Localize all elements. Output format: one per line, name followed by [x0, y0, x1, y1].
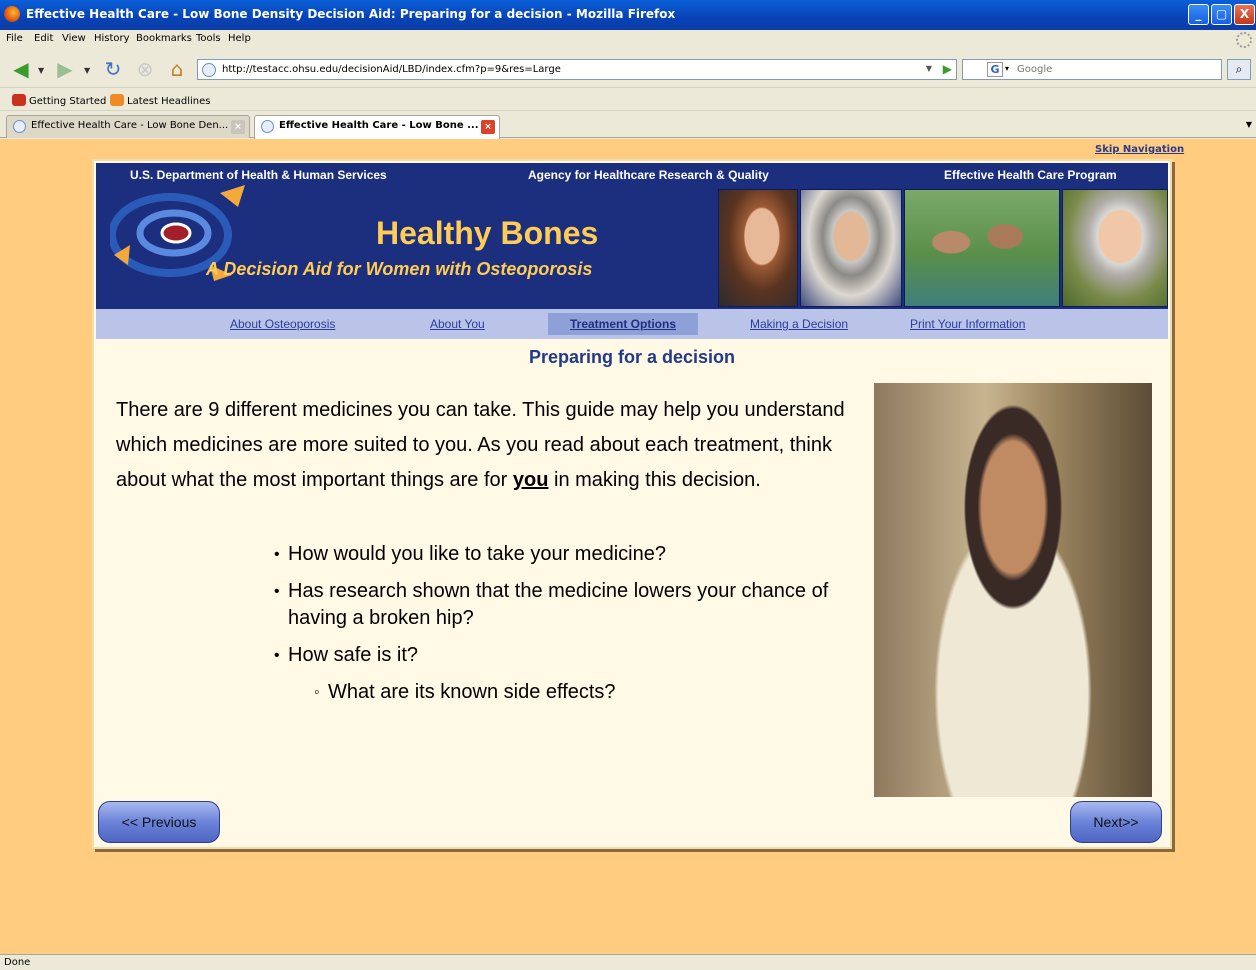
- stop-icon[interactable]: ⊗: [132, 56, 158, 82]
- couple-laughing-image: [904, 189, 1060, 307]
- google-search-engine-icon[interactable]: G: [987, 62, 1003, 77]
- getting-started-icon: [12, 94, 26, 106]
- go-arrow-icon[interactable]: ▶: [943, 62, 952, 76]
- minimize-button[interactable]: _: [1188, 4, 1209, 25]
- site-banner: U.S. Department of Health & Human Servic…: [96, 163, 1168, 309]
- menu-bookmarks[interactable]: Bookmarks: [136, 33, 192, 44]
- maximize-button[interactable]: ▢: [1211, 4, 1232, 25]
- bookmarks-toolbar: Getting Started Latest Headlines: [0, 89, 1256, 111]
- menu-edit[interactable]: Edit: [34, 33, 53, 44]
- menu-about-you[interactable]: About You: [430, 317, 485, 331]
- list-item: How would you like to take your medicine…: [274, 541, 834, 568]
- window-title: Effective Health Care - Low Bone Density…: [26, 7, 676, 21]
- woman-portrait-image: [718, 189, 798, 307]
- intro-text-end: in making this decision.: [548, 469, 761, 491]
- tab-label: Effective Health Care - Low Bone ...: [279, 120, 479, 131]
- banner-subtitle: A Decision Aid for Women with Osteoporos…: [206, 259, 593, 279]
- tab-close-icon[interactable]: ×: [231, 120, 245, 134]
- ahrq-label[interactable]: Agency for Healthcare Research & Quality: [528, 168, 769, 182]
- search-input[interactable]: [1017, 64, 1197, 75]
- consideration-list: How would you like to take your medicine…: [274, 541, 834, 716]
- menu-about-osteoporosis[interactable]: About Osteoporosis: [230, 317, 335, 331]
- back-history-dropdown-icon[interactable]: ▼: [38, 66, 44, 75]
- page-title: Preparing for a decision: [528, 347, 736, 367]
- decision-aid-frame: U.S. Department of Health & Human Servic…: [92, 159, 1172, 849]
- search-bar[interactable]: G ▾: [962, 59, 1222, 80]
- activity-throbber-icon: [1236, 32, 1252, 48]
- intro-paragraph: There are 9 different medicines you can …: [116, 393, 856, 498]
- menu-making-a-decision[interactable]: Making a Decision: [750, 317, 848, 331]
- page-viewport: Skip Navigation U.S. Department of Healt…: [0, 139, 1256, 954]
- status-bar: Done: [0, 954, 1256, 970]
- tab-favicon-icon: [13, 120, 26, 133]
- menu-history[interactable]: History: [94, 33, 130, 44]
- tab-label: Effective Health Care - Low Bone Den...: [31, 120, 229, 131]
- smiling-woman-portrait-image: [1062, 189, 1168, 307]
- previous-button[interactable]: << Previous: [98, 801, 220, 843]
- skip-navigation-link[interactable]: Skip Navigation: [1095, 144, 1184, 155]
- menu-treatment-options[interactable]: Treatment Options: [548, 313, 699, 335]
- menu-file[interactable]: File: [6, 33, 23, 44]
- search-engine-dropdown-icon[interactable]: ▾: [1005, 64, 1009, 73]
- list-item: How safe is it?: [274, 642, 834, 669]
- tab-close-icon[interactable]: ×: [481, 120, 495, 134]
- menu-view[interactable]: View: [62, 33, 86, 44]
- tab-favicon-icon: [261, 120, 274, 133]
- rss-feed-icon: [110, 94, 124, 106]
- bookmark-latest-headlines[interactable]: Latest Headlines: [110, 94, 211, 107]
- reload-icon[interactable]: ↻: [100, 56, 126, 82]
- next-button[interactable]: Next>>: [1070, 801, 1162, 843]
- ehc-program-label[interactable]: Effective Health Care Program: [944, 168, 1117, 182]
- back-arrow-icon[interactable]: ◀: [8, 56, 34, 82]
- tab-effective-health-care-2[interactable]: Effective Health Care - Low Bone ... ×: [254, 115, 500, 139]
- tab-effective-health-care-1[interactable]: Effective Health Care - Low Bone Den... …: [6, 115, 250, 138]
- banner-title: Healthy Bones: [376, 215, 599, 251]
- menu-print-your-information[interactable]: Print Your Information: [910, 317, 1025, 331]
- section-menu: About Osteoporosis About You Treatment O…: [96, 309, 1168, 339]
- status-text: Done: [4, 957, 31, 968]
- address-bar[interactable]: http://testacc.ohsu.edu/decisionAid/LBD/…: [197, 59, 957, 80]
- home-icon[interactable]: ⌂: [164, 56, 190, 82]
- forward-history-dropdown-icon[interactable]: ▼: [84, 66, 90, 75]
- intro-emphasis: you: [512, 469, 549, 491]
- bookmark-label: Getting Started: [29, 96, 107, 107]
- bookmark-getting-started[interactable]: Getting Started: [12, 94, 106, 107]
- site-favicon-icon: [202, 63, 216, 77]
- menu-bar: File Edit View History Bookmarks Tools H…: [0, 30, 1256, 50]
- list-item: Has research shown that the medicine low…: [274, 578, 834, 632]
- menu-help[interactable]: Help: [228, 33, 251, 44]
- tab-list-dropdown-icon[interactable]: ▼: [1246, 120, 1252, 129]
- close-window-button[interactable]: X: [1234, 4, 1255, 25]
- address-url[interactable]: http://testacc.ohsu.edu/decisionAid/LBD/…: [222, 64, 561, 75]
- senior-woman-portrait-image: [800, 189, 902, 307]
- sub-list-item: What are its known side effects?: [314, 679, 834, 706]
- menu-tools[interactable]: Tools: [196, 33, 221, 44]
- forward-arrow-icon[interactable]: ▶: [52, 56, 78, 82]
- url-history-dropdown-icon[interactable]: ▼: [926, 64, 932, 73]
- search-magnifier-icon[interactable]: ⌕: [1227, 59, 1251, 80]
- bookmark-label: Latest Headlines: [127, 96, 211, 107]
- window-titlebar: Effective Health Care - Low Bone Density…: [0, 0, 1256, 30]
- tab-strip: Effective Health Care - Low Bone Den... …: [0, 112, 1256, 139]
- hhs-label[interactable]: U.S. Department of Health & Human Servic…: [130, 168, 387, 182]
- firefox-icon: [4, 6, 20, 22]
- senior-woman-photo: [874, 383, 1152, 797]
